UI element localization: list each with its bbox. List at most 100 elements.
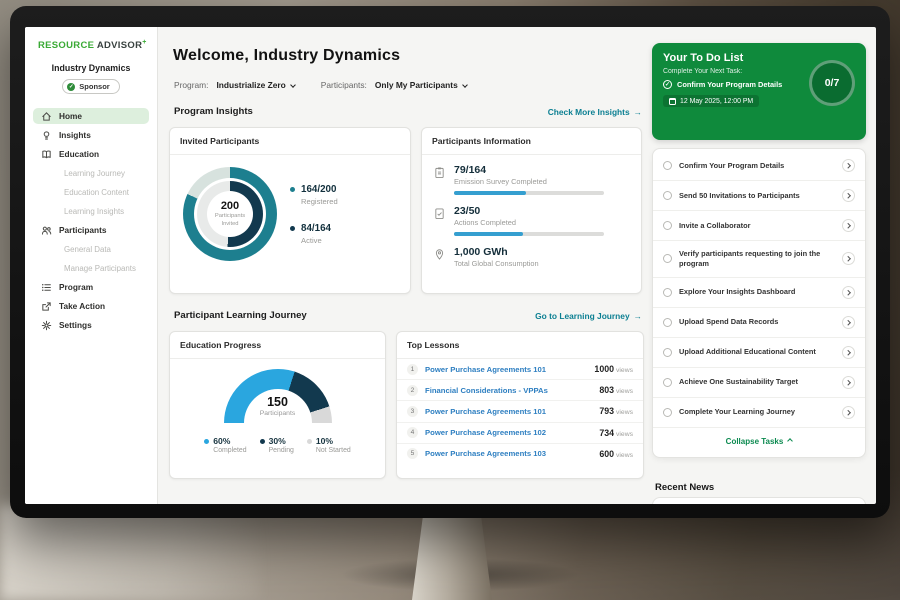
todo-task-row[interactable]: Verify participants requesting to join t… — [653, 241, 865, 278]
sidebar-item-manage-participants[interactable]: Manage Participants — [33, 260, 149, 276]
todo-progress-ring: 0/7 — [809, 60, 855, 106]
legend-dot-navy — [290, 226, 295, 231]
lesson-views-count: 600 — [599, 449, 614, 459]
link-label: Check More Insights — [548, 107, 630, 117]
todo-task-row[interactable]: Invite a Collaborator — [653, 211, 865, 241]
calendar-icon — [669, 98, 676, 105]
sidebar-item-education[interactable]: Education — [33, 146, 149, 162]
task-chevron-icon[interactable] — [842, 406, 855, 419]
task-checkbox[interactable] — [663, 221, 672, 230]
task-checkbox[interactable] — [663, 288, 672, 297]
participants-filter-select[interactable]: Only My Participants — [375, 80, 467, 90]
lesson-link[interactable]: Power Purchase Agreements 101 — [425, 407, 599, 416]
participants-icon — [41, 225, 52, 236]
lesson-views-count: 1000 — [594, 364, 614, 374]
home-icon — [41, 111, 52, 122]
sidebar-item-education-content[interactable]: Education Content — [33, 184, 149, 200]
go-to-learning-journey-link[interactable]: Go to Learning Journey → — [535, 311, 642, 321]
program-filter-select[interactable]: Industrialize Zero — [216, 80, 294, 90]
task-chevron-icon[interactable] — [842, 159, 855, 172]
task-label: Upload Spend Data Records — [679, 317, 835, 327]
collapse-tasks-button[interactable]: Collapse Tasks — [653, 428, 865, 455]
logo-plus: + — [142, 39, 146, 46]
todo-task-row[interactable]: Achieve One Sustainability Target — [653, 368, 865, 398]
sidebar-item-learning-journey[interactable]: Learning Journey — [33, 165, 149, 181]
todo-task-row[interactable]: Upload Additional Educational Content — [653, 338, 865, 368]
lesson-views-count: 793 — [599, 406, 614, 416]
sidebar-item-program[interactable]: Program — [33, 279, 149, 295]
task-checkbox[interactable] — [663, 161, 672, 170]
sidebar-item-take-action[interactable]: Take Action — [33, 298, 149, 314]
task-chevron-icon[interactable] — [842, 316, 855, 329]
lesson-link[interactable]: Power Purchase Agreements 101 — [425, 365, 594, 374]
task-chevron-icon[interactable] — [842, 219, 855, 232]
legend-value: 164/200 — [301, 184, 338, 195]
sponsor-badge[interactable]: ✓ Sponsor — [62, 79, 119, 94]
sidebar-item-learning-insights[interactable]: Learning Insights — [33, 203, 149, 219]
legend-percent: 30% — [269, 436, 286, 446]
task-label: Explore Your Insights Dashboard — [679, 287, 835, 297]
survey-icon — [434, 166, 445, 179]
lesson-rank: 5 — [407, 448, 418, 459]
stat-label: Emission Survey Completed — [454, 177, 604, 186]
progress-bar — [454, 191, 604, 195]
invited-participants-card: Invited Participants 200 Participants In… — [169, 127, 411, 294]
sidebar: RESOURCE ADVISOR+ Industry Dynamics ✓ Sp… — [25, 27, 158, 504]
progress-bar — [454, 232, 604, 236]
settings-icon — [41, 320, 52, 331]
lesson-row: 5 Power Purchase Agreements 103 600views — [397, 444, 643, 464]
todo-next-task: Confirm Your Program Details — [677, 80, 782, 89]
program-insights-title: Program Insights — [174, 106, 253, 117]
arrow-right-icon: → — [634, 311, 642, 321]
sidebar-item-general-data[interactable]: General Data — [33, 241, 149, 257]
sidebar-item-insights[interactable]: Insights — [33, 127, 149, 143]
todo-task-row[interactable]: Upload Spend Data Records — [653, 308, 865, 338]
check-more-insights-link[interactable]: Check More Insights → — [548, 107, 642, 117]
lesson-link[interactable]: Power Purchase Agreements 103 — [425, 449, 599, 458]
task-chevron-icon[interactable] — [842, 189, 855, 202]
top-lessons-card: Top Lessons 1 Power Purchase Agreements … — [396, 331, 644, 479]
chevron-down-icon — [290, 82, 296, 88]
task-checkbox[interactable] — [663, 378, 672, 387]
sidebar-item-label: Education Content — [64, 188, 129, 197]
sidebar-item-settings[interactable]: Settings — [33, 317, 149, 333]
task-chevron-icon[interactable] — [842, 346, 855, 359]
task-checkbox[interactable] — [663, 348, 672, 357]
org-name: Industry Dynamics — [25, 63, 157, 73]
task-checkbox[interactable] — [663, 408, 672, 417]
education-progress-card: Education Progress 150 Participants 60% — [169, 331, 386, 479]
legend-label: Pending — [269, 447, 294, 454]
sidebar-item-home[interactable]: Home — [33, 108, 149, 124]
program-icon — [41, 282, 52, 293]
lesson-list: 1 Power Purchase Agreements 101 1000view… — [397, 359, 643, 464]
legend-registered: 164/200 Registered — [290, 184, 338, 206]
legend-dot — [307, 439, 312, 444]
task-chevron-icon[interactable] — [842, 376, 855, 389]
todo-task-row[interactable]: Explore Your Insights Dashboard — [653, 278, 865, 308]
card-title: Top Lessons — [397, 332, 643, 359]
todo-task-row[interactable]: Confirm Your Program Details — [653, 151, 865, 181]
monitor-stand — [412, 514, 492, 600]
link-label: Go to Learning Journey — [535, 311, 629, 321]
recent-news-title: Recent News — [655, 482, 714, 493]
donut-center-value: 200 — [221, 200, 239, 212]
participants-filter-value: Only My Participants — [375, 80, 458, 90]
task-checkbox[interactable] — [663, 191, 672, 200]
lesson-views-label: views — [616, 367, 633, 374]
sidebar-item-label: Settings — [59, 320, 92, 330]
collapse-label: Collapse Tasks — [726, 437, 784, 446]
legend-value: 84/164 — [301, 223, 331, 234]
task-checkbox[interactable] — [663, 318, 672, 327]
lesson-link[interactable]: Financial Considerations - VPPAs — [425, 386, 599, 395]
task-checkbox[interactable] — [663, 254, 672, 263]
legend-percent: 60% — [213, 436, 230, 446]
task-label: Confirm Your Program Details — [679, 161, 835, 171]
monitor-screen: RESOURCE ADVISOR+ Industry Dynamics ✓ Sp… — [25, 27, 876, 504]
todo-task-row[interactable]: Complete Your Learning Journey — [653, 398, 865, 428]
task-chevron-icon[interactable] — [842, 286, 855, 299]
todo-task-row[interactable]: Send 50 Invitations to Participants — [653, 181, 865, 211]
lesson-views-label: views — [616, 409, 633, 416]
task-chevron-icon[interactable] — [842, 252, 855, 265]
lesson-link[interactable]: Power Purchase Agreements 102 — [425, 428, 599, 437]
sidebar-item-participants[interactable]: Participants — [33, 222, 149, 238]
